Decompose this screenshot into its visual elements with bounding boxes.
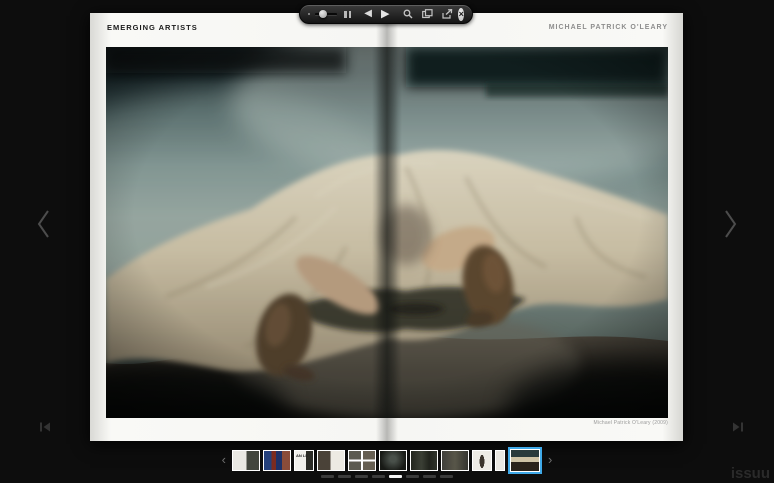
page-thumbnail[interactable] [472, 450, 492, 471]
issuu-logo: issuu [731, 465, 770, 482]
magazine-spread: EMERGING ARTISTS MICHAEL PATRICK O'LEARY [90, 13, 683, 441]
viewer-toolbar: ◀ ▶ × [299, 4, 473, 24]
thumbnail-strip: ‹ AN LE › [0, 445, 774, 475]
page-progress-dash [423, 475, 436, 478]
thumbnails-scroll-left-icon[interactable]: ‹ [219, 447, 229, 473]
right-page-header: MICHAEL PATRICK O'LEARY [549, 24, 668, 31]
page-thumbnail-image [496, 451, 504, 470]
share-icon[interactable] [442, 9, 453, 19]
page-progress-dash [440, 475, 453, 478]
page-thumbnail[interactable] [263, 450, 291, 471]
page-thumbnail[interactable] [495, 450, 505, 471]
pause-icon[interactable] [344, 11, 351, 18]
page-progress-dash [355, 475, 368, 478]
page-progress-dash [406, 475, 419, 478]
page-thumbnail-image [318, 451, 344, 470]
page-thumbnail-image [264, 451, 290, 470]
page-progress-dash [321, 475, 334, 478]
thumbnail-label: AN LE [296, 453, 308, 458]
pagination [0, 475, 774, 478]
page-thumbnail-image [473, 451, 491, 470]
page-thumbnail-selected[interactable] [508, 447, 542, 474]
thumbnails-scroll-right-icon[interactable]: › [545, 447, 555, 473]
page-thumbnail[interactable] [441, 450, 469, 471]
zoom-slider-knob[interactable] [319, 10, 327, 18]
page-thumbnail-image: AN LE [295, 451, 313, 470]
search-icon[interactable] [403, 9, 413, 19]
page-thumbnail[interactable] [410, 450, 438, 471]
photo-caption: Michael Patrick O'Leary (2009) [594, 420, 668, 426]
page-thumbnail-image [233, 451, 259, 470]
page-thumbnail-image [411, 451, 437, 470]
page-thumbnail-image [442, 451, 468, 470]
page-thumbnail[interactable] [379, 450, 407, 471]
page-thumbnail[interactable] [232, 450, 260, 471]
pages-overview-icon[interactable] [422, 9, 433, 19]
close-button[interactable]: × [458, 8, 464, 21]
thumbnail-strip-items: AN LE [232, 447, 542, 474]
page-thumbnail-image [511, 450, 539, 471]
page-progress-dash [372, 475, 385, 478]
skip-to-first-icon[interactable] [38, 419, 52, 429]
spread-photo[interactable] [106, 47, 668, 418]
page-thumbnail-image [380, 451, 406, 470]
photo-illustration [106, 47, 668, 418]
page-thumbnail[interactable] [317, 450, 345, 471]
previous-spread-arrow[interactable] [33, 206, 55, 242]
page-thumbnail[interactable] [348, 450, 376, 471]
page-thumbnail[interactable]: AN LE [294, 450, 314, 471]
zoom-slider[interactable] [315, 10, 337, 18]
skip-to-last-icon[interactable] [731, 419, 745, 429]
page-progress-dash [389, 475, 402, 478]
viewer-stage: EMERGING ARTISTS MICHAEL PATRICK O'LEARY [0, 0, 774, 483]
next-spread-arrow[interactable] [719, 206, 741, 242]
zoom-out-icon[interactable] [308, 13, 310, 15]
left-page-header: EMERGING ARTISTS [107, 23, 198, 32]
page-thumbnail-image [349, 451, 375, 470]
play-button[interactable]: ▶ [381, 5, 389, 23]
previous-page-button[interactable]: ◀ [364, 5, 372, 23]
page-progress-dash [338, 475, 351, 478]
